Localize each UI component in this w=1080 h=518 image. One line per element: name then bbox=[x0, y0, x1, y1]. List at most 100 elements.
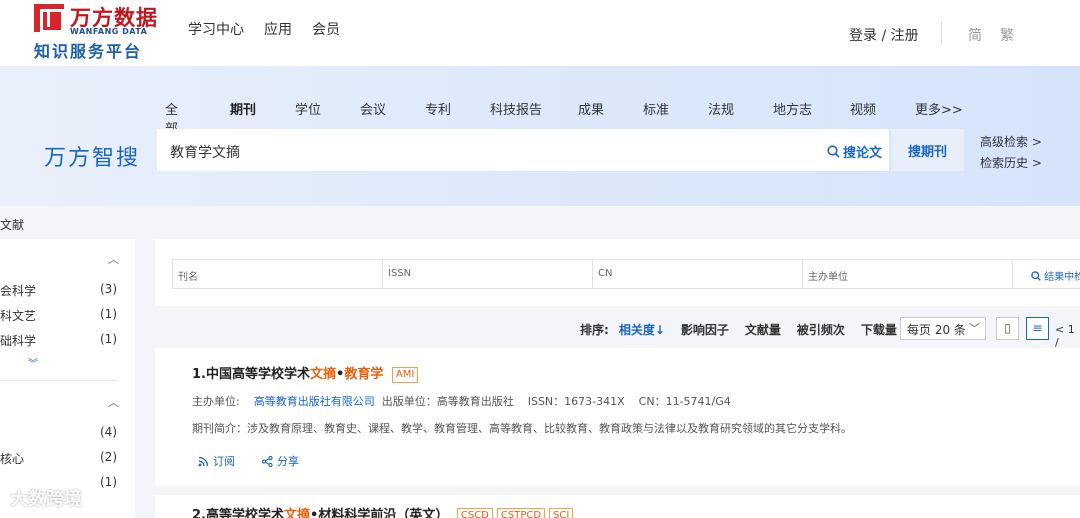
tab-patent[interactable]: 专利 bbox=[425, 99, 451, 118]
language-switch: 简 繁 bbox=[968, 25, 1014, 45]
wanfang-logo[interactable]: 万方数据 WANFANG DATA 知识服务平台 bbox=[32, 2, 162, 61]
filter-panel: 刊名 ISSN CN 主办单位 结果中检 bbox=[155, 239, 1080, 306]
cscd-badge: CSCD bbox=[456, 508, 493, 518]
search-input[interactable]: 教育学文摘 bbox=[170, 142, 240, 162]
share-label: 分享 bbox=[277, 455, 299, 468]
title-part: 中国高等学校学术 bbox=[205, 367, 310, 382]
facet-label: 础科学 bbox=[0, 334, 37, 348]
logo-en-text: WANFANG DATA bbox=[70, 27, 148, 36]
facet-count: (1) bbox=[100, 332, 117, 346]
search-icon bbox=[827, 145, 840, 158]
cn-field[interactable]: CN bbox=[593, 260, 803, 288]
collapse-icon[interactable]: ︿ bbox=[108, 251, 119, 267]
share-icon bbox=[262, 455, 273, 467]
sort-downloads[interactable]: 下载量 bbox=[861, 321, 897, 338]
top-nav: 学习中心 应用 会员 bbox=[188, 19, 340, 39]
result-title[interactable]: 1.中国高等学校学术文摘•教育学 AMI bbox=[192, 363, 419, 383]
share-button[interactable]: 分享 bbox=[262, 453, 299, 469]
top-bar: 万方数据 WANFANG DATA 知识服务平台 学习中心 应用 会员 登录 /… bbox=[0, 0, 1080, 66]
result-meta: 主办单位: 高等教育出版社有限公司 出版单位：高等教育出版社 ISSN：1673… bbox=[192, 393, 731, 409]
rss-icon bbox=[198, 456, 209, 466]
nav-learning-center[interactable]: 学习中心 bbox=[188, 19, 244, 39]
sponsor-field[interactable]: 主办单位 bbox=[803, 260, 1013, 288]
sponsor-link[interactable]: 高等教育出版社有限公司 bbox=[254, 395, 375, 408]
header-divider bbox=[941, 22, 942, 44]
facet-item[interactable]: 科文艺 (1) bbox=[0, 307, 117, 324]
logo-subtitle: 知识服务平台 bbox=[34, 42, 143, 61]
title-part: •材料科学前沿（英文） bbox=[310, 508, 449, 518]
facet-count: (1) bbox=[100, 307, 117, 321]
search-within-button[interactable]: 结果中检 bbox=[1013, 260, 1080, 288]
sidebar-divider bbox=[0, 380, 117, 381]
per-page-value: 每页 20 条 bbox=[907, 323, 966, 337]
tab-degree[interactable]: 学位 bbox=[295, 99, 321, 118]
result-title[interactable]: 2.高等学校学术文摘•材料科学前沿（英文） CSCD CSTPCD SCI bbox=[192, 504, 574, 518]
tab-local-chronicle[interactable]: 地方志 bbox=[773, 99, 812, 118]
facet-item[interactable]: 会科学 (3) bbox=[0, 282, 117, 299]
facet-count: (3) bbox=[100, 282, 117, 296]
tab-law[interactable]: 法规 bbox=[708, 99, 734, 118]
subscribe-label: 订阅 bbox=[213, 455, 235, 468]
sort-relevance[interactable]: 相关度↓ bbox=[619, 321, 665, 338]
publisher: 出版单位：高等教育出版社 bbox=[381, 395, 514, 408]
tab-conference[interactable]: 会议 bbox=[360, 99, 386, 118]
search-paper-button[interactable]: 搜论文 bbox=[827, 142, 882, 161]
journal-name-field[interactable]: 刊名 bbox=[173, 260, 383, 288]
cn-value: CN：11-5741/G4 bbox=[638, 395, 731, 408]
chevron-down-icon: ﹀ bbox=[969, 322, 980, 335]
title-highlight: 文摘 bbox=[284, 508, 311, 518]
lang-traditional[interactable]: 繁 bbox=[1000, 25, 1014, 45]
advanced-search-link[interactable]: 高级检索 > bbox=[980, 132, 1042, 153]
facet-count: (1) bbox=[100, 475, 117, 489]
nav-membership[interactable]: 会员 bbox=[312, 19, 340, 39]
title-highlight: 文摘 bbox=[310, 367, 337, 382]
sort-citations[interactable]: 被引频次 bbox=[797, 321, 845, 338]
cstpcd-badge: CSTPCD bbox=[496, 508, 546, 518]
search-journal-button[interactable]: 搜期刊 bbox=[891, 129, 964, 171]
facet-label: 核心 bbox=[0, 452, 25, 466]
title-highlight: 教育学 bbox=[344, 367, 384, 382]
expand-more-icon[interactable]: ︾ bbox=[28, 355, 38, 370]
sci-badge: SCI bbox=[549, 508, 574, 518]
tab-video[interactable]: 视频 bbox=[850, 99, 876, 118]
per-page-select[interactable]: 每页 20 条 ﹀ bbox=[900, 317, 986, 340]
facet-item[interactable]: 础科学 (1) bbox=[0, 332, 117, 349]
collapse-icon[interactable]: ︿ bbox=[108, 394, 119, 410]
sort-impact-factor[interactable]: 影响因子 bbox=[681, 321, 729, 338]
result-index: 1. bbox=[192, 367, 206, 382]
facet-count: (4) bbox=[100, 425, 117, 439]
tab-standard[interactable]: 标准 bbox=[643, 99, 669, 118]
breadcrumb: 文献 bbox=[0, 218, 25, 232]
sponsor-label: 主办单位: bbox=[192, 395, 240, 408]
list-view-icon[interactable]: ≡ bbox=[1026, 317, 1049, 340]
search-history-link[interactable]: 检索历史 > bbox=[980, 153, 1042, 174]
result-description: 期刊简介：涉及教育原理、教育史、课程、教学、教育管理、高等教育、比较教育、教育政… bbox=[192, 422, 852, 435]
subscribe-button[interactable]: 订阅 bbox=[198, 453, 235, 469]
search-box[interactable]: 教育学文摘 搜论文 bbox=[157, 129, 889, 171]
search-brand: 万方智搜 bbox=[44, 146, 141, 171]
lang-simplified[interactable]: 简 bbox=[968, 25, 982, 45]
advanced-links: 高级检索 > 检索历史 > bbox=[980, 132, 1042, 174]
watermark: 大数跨境 bbox=[10, 489, 82, 510]
pager: < 1 / bbox=[1055, 323, 1075, 349]
filter-fields: 刊名 ISSN CN 主办单位 结果中检 bbox=[172, 259, 1080, 289]
wanfang-logo-icon bbox=[34, 4, 64, 33]
facet-item[interactable]: 核心 (2) bbox=[0, 450, 117, 467]
results-list: 1.中国高等学校学术文摘•教育学 AMI 主办单位: 高等教育出版社有限公司 出… bbox=[155, 348, 1080, 518]
search-icon bbox=[1031, 271, 1041, 281]
login-register-link[interactable]: 登录 / 注册 bbox=[849, 25, 919, 45]
sort-article-count[interactable]: 文献量 bbox=[745, 321, 781, 338]
nav-apps[interactable]: 应用 bbox=[264, 19, 292, 39]
issn-value: ISSN：1673-341X bbox=[527, 395, 625, 408]
issn-field[interactable]: ISSN bbox=[383, 260, 593, 288]
tab-achievement[interactable]: 成果 bbox=[578, 99, 604, 118]
tab-journal[interactable]: 期刊 bbox=[230, 99, 256, 118]
result-divider bbox=[155, 486, 1080, 495]
result-index: 2. bbox=[192, 508, 206, 518]
grid-view-icon[interactable]: ▯ bbox=[996, 317, 1019, 340]
ami-badge: AMI bbox=[391, 367, 419, 383]
facet-count: (2) bbox=[100, 450, 117, 464]
tab-tech-report[interactable]: 科技报告 bbox=[490, 99, 542, 118]
tab-more[interactable]: 更多>> bbox=[915, 99, 963, 118]
search-within-label: 结果中检 bbox=[1044, 272, 1080, 283]
